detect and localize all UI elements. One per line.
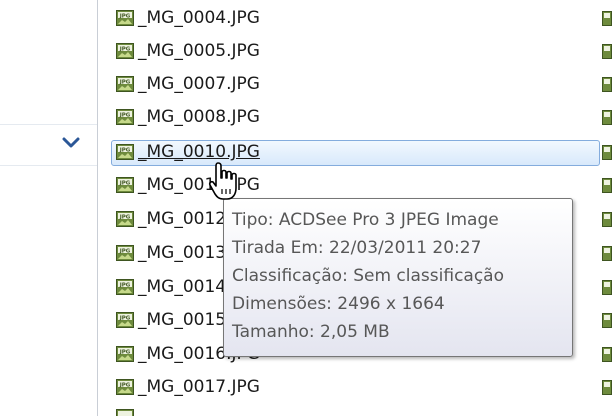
file-list-item[interactable]: JPG _MG_0004.JPG <box>98 5 612 31</box>
svg-text:JPG: JPG <box>119 315 131 321</box>
svg-text:JPG: JPG <box>119 147 131 153</box>
tooltip-size: Tamanho: 2,05 MB <box>232 322 390 342</box>
file-name: _MG_0005.JPG <box>138 41 260 61</box>
svg-text:JPG: JPG <box>119 13 131 19</box>
jpg-file-icon <box>602 212 612 227</box>
file-list-item[interactable]: JPG _MG_0005.JPG <box>98 38 612 64</box>
file-list-item[interactable] <box>98 404 612 416</box>
file-list-item-selected[interactable]: JPG _MG_0010.JPG <box>98 139 612 166</box>
tooltip-dimensions: Dimensões: 2496 x 1664 <box>232 294 445 314</box>
tooltip-type: Tipo: ACDSee Pro 3 JPEG Image <box>232 210 499 230</box>
navigation-divider <box>0 165 97 166</box>
jpg-file-icon <box>602 110 612 125</box>
svg-text:JPG: JPG <box>119 79 131 85</box>
jpg-file-icon <box>602 11 612 26</box>
tooltip-date: Tirada Em: 22/03/2011 20:27 <box>232 238 482 258</box>
file-name: _MG_0017.JPG <box>138 377 260 397</box>
jpg-file-icon: JPG <box>116 109 134 125</box>
svg-text:JPG: JPG <box>119 112 131 118</box>
tooltip-rating: Classificação: Sem classificação <box>232 266 504 286</box>
jpg-file-icon <box>602 145 612 160</box>
svg-text:JPG: JPG <box>119 349 131 355</box>
jpg-file-icon <box>602 44 612 59</box>
svg-text:JPG: JPG <box>119 46 131 52</box>
file-list-item[interactable]: JPG _MG_0011.JPG <box>98 172 612 198</box>
navigation-pane <box>0 0 97 416</box>
svg-text:JPG: JPG <box>119 382 131 388</box>
jpg-file-icon <box>602 246 612 261</box>
jpg-file-icon: JPG <box>116 279 134 295</box>
svg-text:JPG: JPG <box>119 180 131 186</box>
jpg-file-icon <box>602 77 612 92</box>
jpg-file-icon <box>602 313 612 328</box>
jpg-file-icon <box>602 347 612 362</box>
jpg-file-icon: JPG <box>116 10 134 26</box>
file-list-item[interactable]: JPG _MG_0008.JPG <box>98 104 612 130</box>
jpg-file-icon <box>116 409 134 416</box>
file-name: _MG_0004.JPG <box>138 8 260 28</box>
file-info-tooltip: Tipo: ACDSee Pro 3 JPEG Image Tirada Em:… <box>223 198 573 357</box>
jpg-file-icon <box>602 280 612 295</box>
jpg-file-icon: JPG <box>116 144 134 160</box>
jpg-file-icon: JPG <box>116 177 134 193</box>
file-name: _MG_0007.JPG <box>138 74 260 94</box>
jpg-file-icon: JPG <box>116 43 134 59</box>
jpg-file-icon: JPG <box>116 211 134 227</box>
jpg-file-icon: JPG <box>116 346 134 362</box>
jpg-file-icon: JPG <box>116 245 134 261</box>
file-list-item[interactable]: JPG _MG_0007.JPG <box>98 71 612 97</box>
navigation-divider <box>0 124 97 125</box>
jpg-file-icon: JPG <box>116 379 134 395</box>
svg-text:JPG: JPG <box>119 214 131 220</box>
jpg-file-icon <box>602 178 612 193</box>
file-list-item[interactable]: JPG _MG_0017.JPG <box>98 374 612 400</box>
svg-text:JPG: JPG <box>119 248 131 254</box>
hand-pointer-icon <box>208 162 237 200</box>
jpg-file-icon: JPG <box>116 312 134 328</box>
jpg-file-icon <box>602 380 612 395</box>
file-name: _MG_0010.JPG <box>138 142 260 162</box>
chevron-down-icon[interactable] <box>62 136 80 150</box>
jpg-file-icon: JPG <box>116 76 134 92</box>
svg-text:JPG: JPG <box>119 282 131 288</box>
file-name: _MG_0008.JPG <box>138 107 260 127</box>
